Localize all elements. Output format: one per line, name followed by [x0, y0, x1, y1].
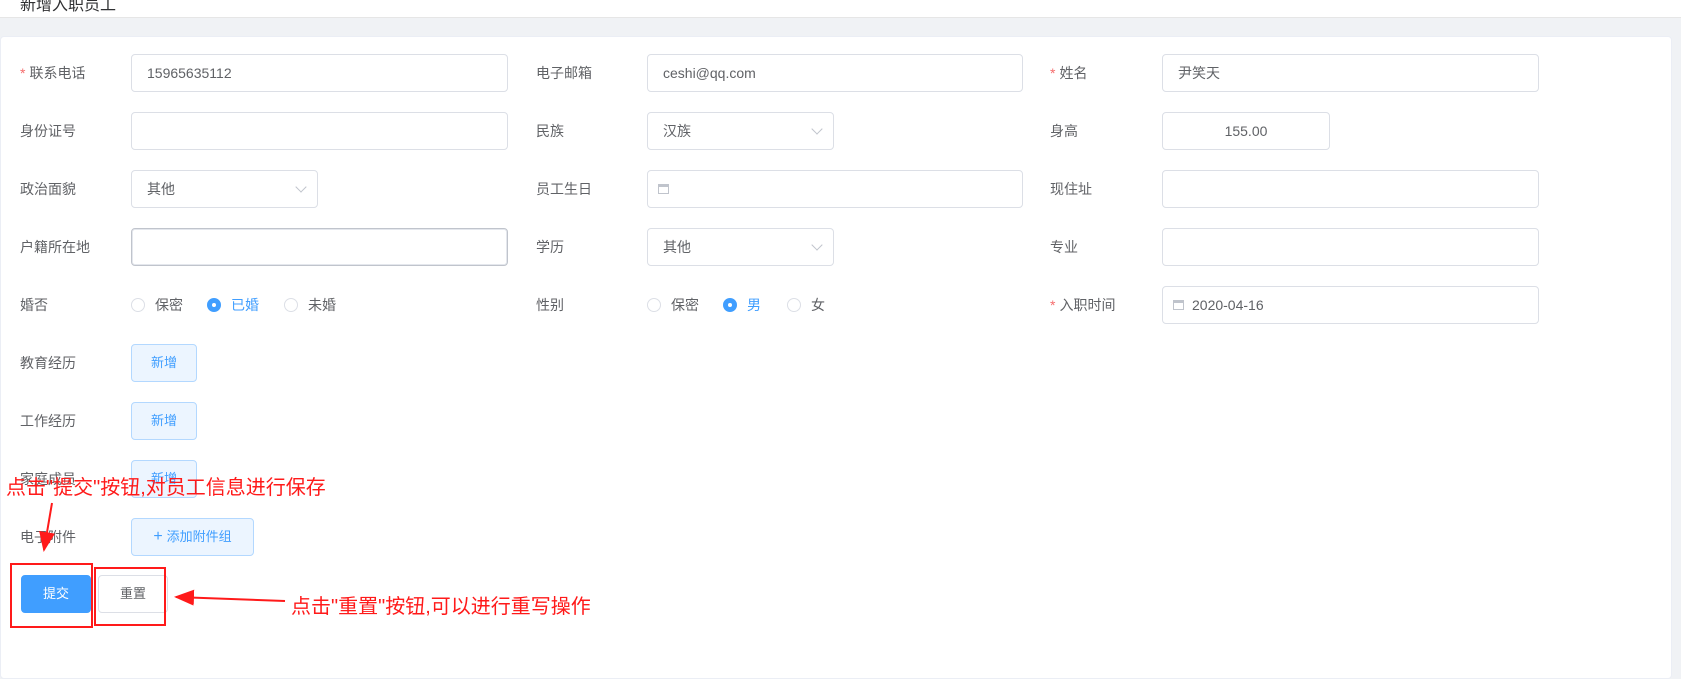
annotation-arrows — [39, 502, 286, 606]
submit-arrow — [39, 502, 55, 552]
reset-arrow — [174, 589, 286, 606]
